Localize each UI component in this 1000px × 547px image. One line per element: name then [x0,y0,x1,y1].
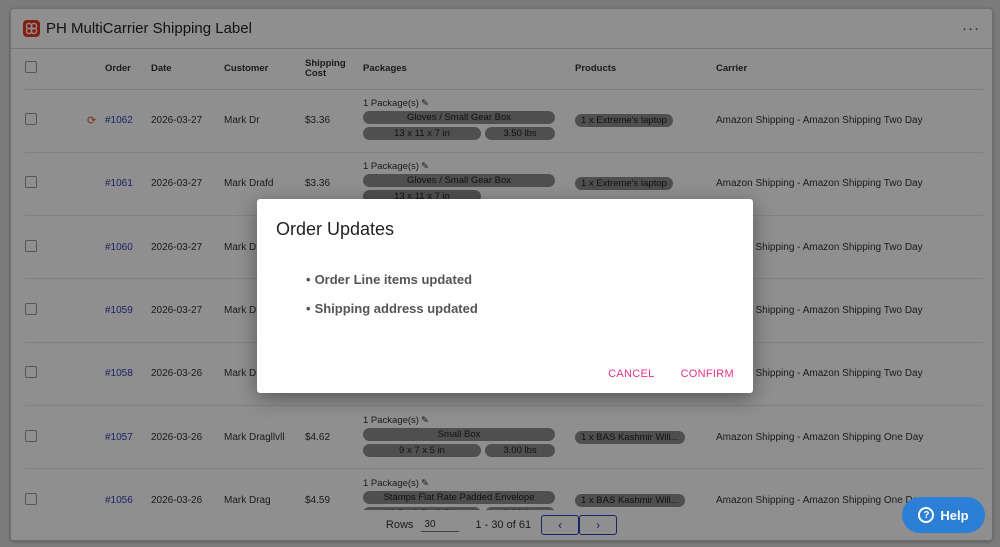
update-item: Order Line items updated [306,272,478,287]
dialog-title: Order Updates [276,219,395,239]
update-item: Shipping address updated [306,301,478,316]
order-updates-dialog: Order Updates Order Line items updated S… [257,199,753,393]
help-icon: ? [918,507,935,523]
cancel-button[interactable]: CANCEL [608,368,654,380]
update-list: Order Line items updated Shipping addres… [306,272,478,330]
help-button[interactable]: ? Help [902,497,985,533]
help-label: Help [940,507,969,523]
confirm-button[interactable]: CONFIRM [681,368,734,380]
dialog-actions: CANCEL CONFIRM [608,368,734,380]
